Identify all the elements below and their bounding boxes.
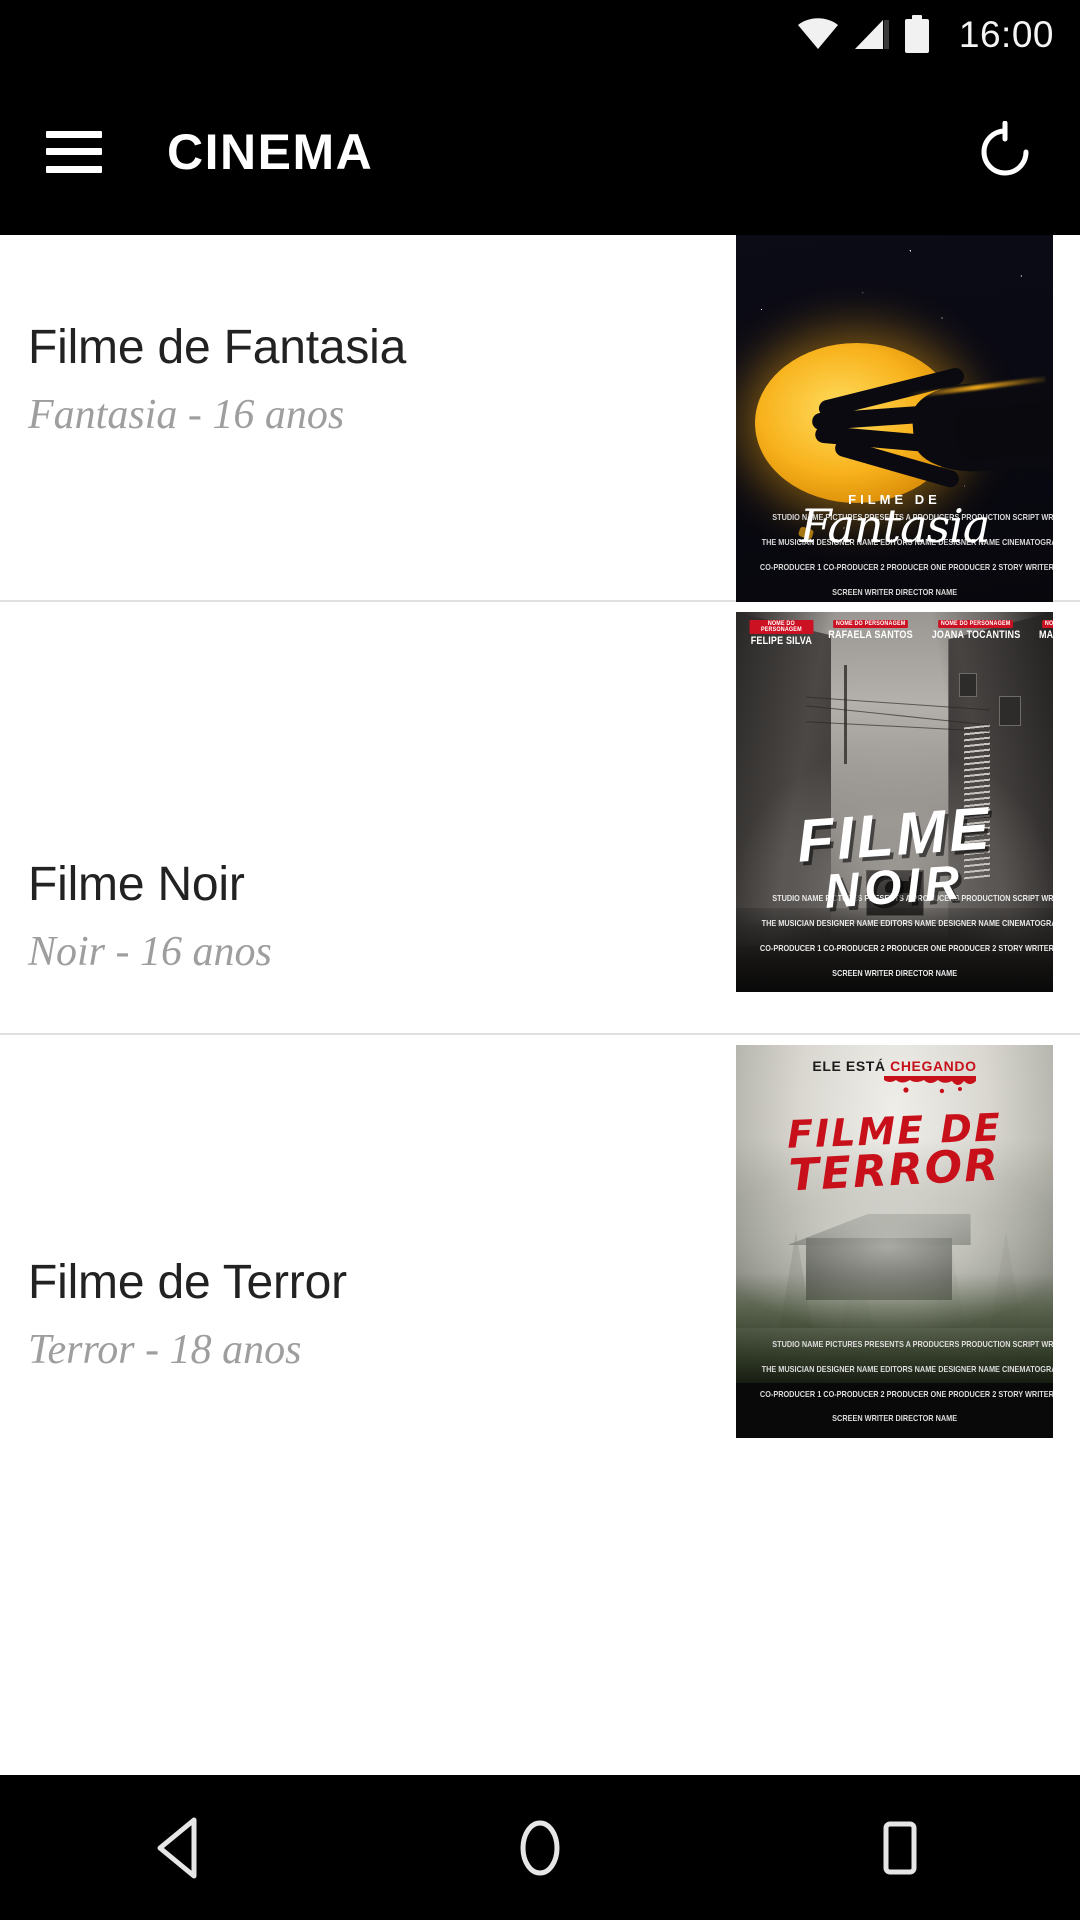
movie-poster[interactable]: NOME DO PERSONAGEM FELIPE SILVA NOME DO …: [736, 612, 1053, 992]
wifi-icon: [797, 18, 839, 50]
hand-silhouette: [811, 343, 1053, 494]
list-item[interactable]: Filme Noir Noir - 16 anos NOME DO PERSON…: [0, 602, 1080, 1033]
cast-role: NOME DO PERSONAGEM: [744, 620, 819, 635]
movie-title: Filme Noir: [28, 858, 245, 911]
poster-title-block: FILME DE Fantasia: [736, 492, 1053, 549]
app-toolbar: CINEMA: [0, 68, 1080, 235]
poster-title-block: FILME DE TERROR: [736, 1105, 1053, 1201]
billing-line: SCREEN WRITER DIRECTOR NAME: [832, 586, 957, 597]
cast-name: FELIPE SILVA: [750, 635, 813, 648]
cast-role: NOME DO PERSONAGEM: [922, 620, 1030, 629]
movie-info: Filme Noir Noir - 16 anos: [28, 857, 272, 978]
cast-credit: NOME DO PERSONAGEM RAFAELA SANTOS: [819, 620, 922, 647]
hamburger-menu-icon[interactable]: [46, 130, 102, 173]
billing-line: SCREEN WRITER DIRECTOR NAME: [832, 967, 957, 978]
cellular-signal-icon: [853, 18, 891, 50]
movie-title: Filme de Terror: [28, 1256, 347, 1309]
cast-name: RAFAELA SANTOS: [828, 629, 913, 642]
status-bar-icons: 16:00: [797, 15, 1054, 53]
recents-square-icon[interactable]: [840, 1798, 960, 1898]
system-navigation-bar: [0, 1775, 1080, 1920]
movie-info: Filme de Terror Terror - 18 anos: [28, 1255, 347, 1376]
cast-role-chip: NOME DO PERSONAGEM: [749, 620, 814, 635]
list-item[interactable]: Filme de Fantasia Fantasia - 16 anos NOM…: [0, 235, 1080, 612]
back-triangle-icon[interactable]: [120, 1798, 240, 1898]
tagline-black: ELE ESTÁ: [812, 1058, 886, 1075]
refresh-icon[interactable]: [974, 120, 1036, 183]
poster-title-block: FILME NOIR: [736, 794, 1053, 919]
phone-screen: 16:00 CINEMA Filme de Fantasia Fantasia …: [0, 0, 1080, 1920]
cast-name: JOANA TOCANTINS: [931, 629, 1021, 642]
cast-credit: NOME DO PERSONAGEM JOANA TOCANTINS: [922, 620, 1030, 647]
cast-role: NOME DO PERSONAGEM: [1030, 620, 1053, 629]
movie-subtitle: Fantasia - 16 anos: [28, 391, 345, 438]
movie-list[interactable]: Filme de Fantasia Fantasia - 16 anos NOM…: [0, 235, 1080, 1775]
movie-poster[interactable]: NOME DO PERSONAGEM FELIPE SILVA NOME DO …: [736, 235, 1053, 612]
billing-line: THE MUSICIAN DESIGNER NAME EDITORS NAME …: [761, 1363, 1053, 1374]
movie-poster[interactable]: ELE ESTÁ CHEGANDO FILME DE TERROR STUDIO…: [736, 1045, 1053, 1438]
billing-line: STUDIO NAME PICTURES PRESENTS A PRODUCER…: [772, 1338, 1053, 1349]
list-item[interactable]: Filme de Terror Terror - 18 anos ELE EST…: [0, 1035, 1080, 1465]
cast-role-chip: NOME DO PERSONAGEM: [1042, 620, 1053, 629]
tagline-red: CHEGANDO: [890, 1058, 977, 1075]
home-circle-icon[interactable]: [480, 1798, 600, 1898]
cast-credit: NOME DO PERSONAGEM MARINA TAVARES: [1030, 620, 1053, 647]
status-bar: 16:00: [0, 0, 1080, 68]
movie-subtitle: Terror - 18 anos: [28, 1326, 302, 1373]
billing-line: CO-PRODUCER 1 CO-PRODUCER 2 PRODUCER ONE…: [759, 942, 1053, 953]
status-bar-clock: 16:00: [958, 13, 1054, 55]
poster-billing-block: STUDIO NAME PICTURES PRESENTS A PRODUCER…: [736, 1331, 1053, 1430]
billing-line: SCREEN WRITER DIRECTOR NAME: [832, 1413, 957, 1424]
cast-name: MARINA TAVARES: [1038, 629, 1053, 642]
cast-role-chip: NOME DO PERSONAGEM: [938, 620, 1014, 629]
movie-title: Filme de Fantasia: [28, 321, 407, 374]
movie-subtitle: Noir - 16 anos: [28, 928, 272, 975]
movie-info: Filme de Fantasia Fantasia - 16 anos: [28, 320, 406, 441]
cast-role-chip: NOME DO PERSONAGEM: [832, 620, 908, 629]
billing-line: CO-PRODUCER 1 CO-PRODUCER 2 PRODUCER ONE…: [759, 1388, 1053, 1399]
window-shape: [958, 672, 977, 697]
window-shape: [999, 695, 1022, 726]
poster-title-main: Fantasia: [799, 499, 991, 553]
poster-cast-credits: NOME DO PERSONAGEM FELIPE SILVA NOME DO …: [736, 620, 1053, 647]
poster-tagline: ELE ESTÁ CHEGANDO: [736, 1058, 1053, 1094]
battery-icon: [904, 15, 929, 53]
billing-line: THE MUSICIAN DESIGNER NAME EDITORS NAME …: [761, 918, 1053, 929]
cast-role: NOME DO PERSONAGEM: [819, 620, 922, 629]
cast-credit: NOME DO PERSONAGEM FELIPE SILVA: [744, 620, 819, 647]
blood-drip-icon: [883, 1076, 976, 1094]
billing-line: CO-PRODUCER 1 CO-PRODUCER 2 PRODUCER ONE…: [759, 562, 1053, 573]
page-title: CINEMA: [167, 123, 374, 180]
